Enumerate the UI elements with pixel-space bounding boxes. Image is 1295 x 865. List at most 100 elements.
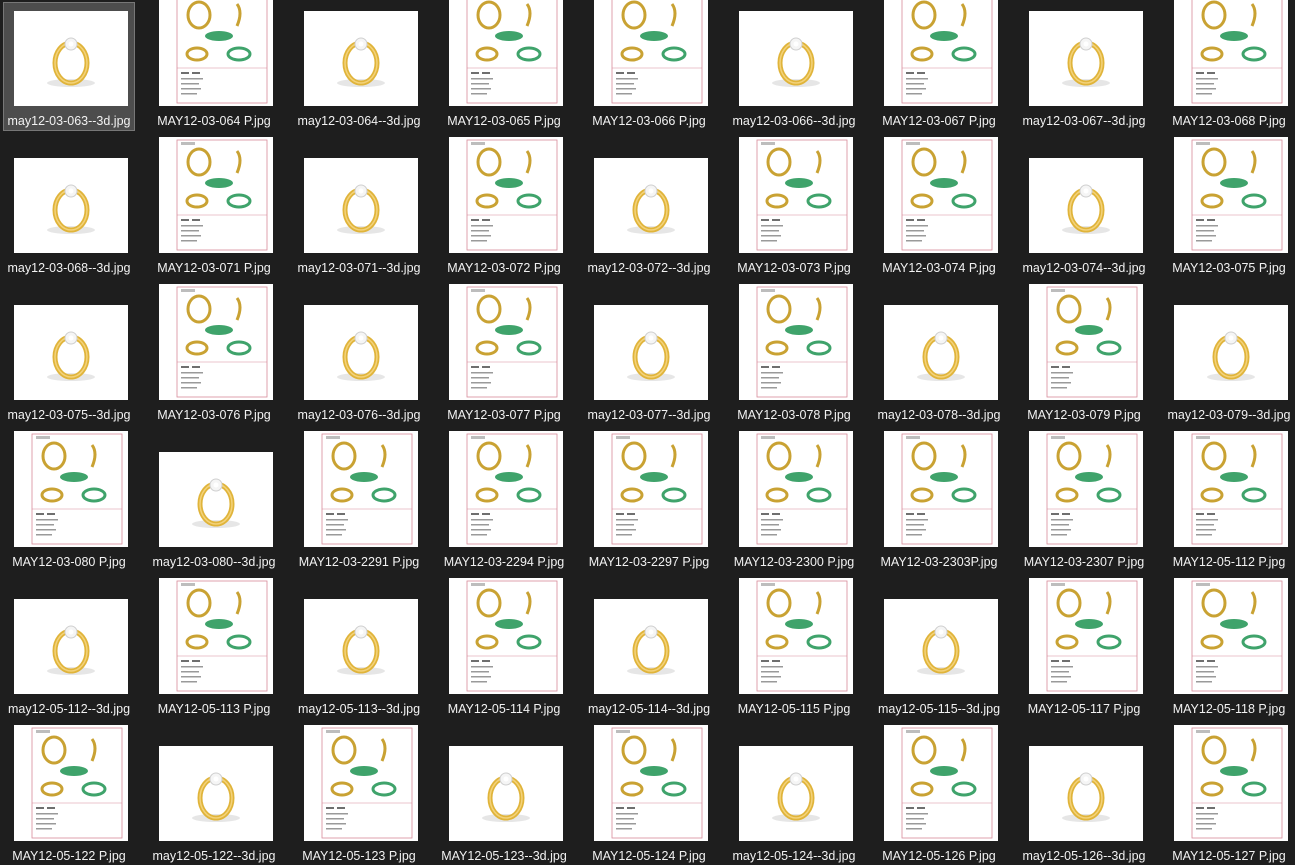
file-item[interactable]: MAY12-05-118 P.jpg <box>1164 578 1294 718</box>
file-name-label: MAY12-03-073 P.jpg <box>737 261 851 275</box>
file-name-label: MAY12-05-118 P.jpg <box>1172 702 1286 716</box>
thumbnail <box>884 725 998 841</box>
thumbnail <box>159 137 273 253</box>
file-name-label: MAY12-03-079 P.jpg <box>1027 408 1141 422</box>
thumbnail <box>594 725 708 841</box>
file-item[interactable]: may12-05-114--3d.jpg <box>584 591 714 718</box>
file-item[interactable]: MAY12-03-2303P.jpg <box>874 431 1004 571</box>
file-name-label: MAY12-05-113 P.jpg <box>157 702 271 716</box>
file-item[interactable]: MAY12-03-2294 P.jpg <box>439 431 569 571</box>
file-item[interactable]: may12-03-078--3d.jpg <box>874 297 1004 424</box>
file-item[interactable]: MAY12-05-123 P.jpg <box>294 725 424 865</box>
file-item[interactable]: may12-03-064--3d.jpg <box>294 3 424 130</box>
file-name-label: MAY12-03-074 P.jpg <box>882 261 996 275</box>
file-name-label: may12-03-072--3d.jpg <box>587 261 711 275</box>
file-name-label: may12-03-066--3d.jpg <box>732 114 856 128</box>
file-item[interactable]: MAY12-05-113 P.jpg <box>149 578 279 718</box>
file-item[interactable]: MAY12-03-067 P.jpg <box>874 0 1004 130</box>
file-item[interactable]: may12-03-074--3d.jpg <box>1019 150 1149 277</box>
file-item[interactable]: MAY12-03-064 P.jpg <box>149 0 279 130</box>
file-item[interactable]: MAY12-05-114 P.jpg <box>439 578 569 718</box>
thumbnail <box>594 305 708 400</box>
thumbnail <box>159 452 273 547</box>
file-item[interactable]: may12-03-080--3d.jpg <box>149 444 279 571</box>
file-item[interactable]: MAY12-03-065 P.jpg <box>439 0 569 130</box>
file-item[interactable]: MAY12-05-126 P.jpg <box>874 725 1004 865</box>
file-name-label: may12-03-074--3d.jpg <box>1022 261 1146 275</box>
file-name-label: MAY12-03-065 P.jpg <box>447 114 561 128</box>
thumbnail <box>304 11 418 106</box>
thumbnail <box>1029 158 1143 253</box>
file-item[interactable]: MAY12-03-2300 P.jpg <box>729 431 859 571</box>
file-item[interactable]: MAY12-03-068 P.jpg <box>1164 0 1294 130</box>
file-item[interactable]: MAY12-03-078 P.jpg <box>729 284 859 424</box>
file-item[interactable]: MAY12-03-2307 P.jpg <box>1019 431 1149 571</box>
file-name-label: may12-05-122--3d.jpg <box>152 849 276 863</box>
file-item[interactable]: MAY12-03-066 P.jpg <box>584 0 714 130</box>
thumbnail <box>14 158 128 253</box>
file-item[interactable]: MAY12-03-080 P.jpg <box>4 431 134 571</box>
file-item[interactable]: MAY12-03-072 P.jpg <box>439 137 569 277</box>
file-item[interactable]: may12-03-066--3d.jpg <box>729 3 859 130</box>
file-item[interactable]: may12-05-113--3d.jpg <box>294 591 424 718</box>
file-item[interactable]: MAY12-03-073 P.jpg <box>729 137 859 277</box>
file-item[interactable]: may12-05-126--3d.jpg <box>1019 738 1149 865</box>
file-item[interactable]: may12-03-072--3d.jpg <box>584 150 714 277</box>
file-item[interactable]: may12-05-112--3d.jpg <box>4 591 134 718</box>
file-item[interactable]: MAY12-05-123--3d.jpg <box>439 738 569 865</box>
file-name-label: MAY12-05-127 P.jpg <box>1172 849 1286 863</box>
file-name-label: MAY12-03-076 P.jpg <box>157 408 271 422</box>
thumbnail <box>739 578 853 694</box>
file-item[interactable]: may12-05-115--3d.jpg <box>874 591 1004 718</box>
file-item[interactable]: MAY12-05-122 P.jpg <box>4 725 134 865</box>
file-name-label: may12-05-115--3d.jpg <box>877 702 1001 716</box>
file-item[interactable]: MAY12-03-071 P.jpg <box>149 137 279 277</box>
thumbnail <box>884 305 998 400</box>
file-name-label: MAY12-03-075 P.jpg <box>1172 261 1286 275</box>
file-name-label: MAY12-03-067 P.jpg <box>882 114 996 128</box>
file-item[interactable]: may12-05-124--3d.jpg <box>729 738 859 865</box>
thumbnail <box>449 578 563 694</box>
file-item[interactable]: MAY12-03-075 P.jpg <box>1164 137 1294 277</box>
file-item[interactable]: MAY12-05-112 P.jpg <box>1164 431 1294 571</box>
thumbnail <box>1174 725 1288 841</box>
file-item[interactable]: may12-03-075--3d.jpg <box>4 297 134 424</box>
file-item[interactable]: MAY12-05-124 P.jpg <box>584 725 714 865</box>
thumbnail <box>739 137 853 253</box>
file-name-label: MAY12-03-071 P.jpg <box>157 261 271 275</box>
file-name-label: MAY12-03-2307 P.jpg <box>1023 555 1145 569</box>
file-name-label: MAY12-03-2303P.jpg <box>880 555 998 569</box>
thumbnail <box>1174 137 1288 253</box>
thumbnail <box>14 725 128 841</box>
file-item[interactable]: MAY12-03-2291 P.jpg <box>294 431 424 571</box>
thumbnail <box>159 578 273 694</box>
file-name-label: may12-03-079--3d.jpg <box>1167 408 1291 422</box>
thumbnail <box>1029 431 1143 547</box>
file-item[interactable]: may12-05-122--3d.jpg <box>149 738 279 865</box>
file-item[interactable]: MAY12-05-117 P.jpg <box>1019 578 1149 718</box>
file-item[interactable]: may12-03-067--3d.jpg <box>1019 3 1149 130</box>
thumbnail <box>449 284 563 400</box>
file-item[interactable]: MAY12-03-074 P.jpg <box>874 137 1004 277</box>
file-item[interactable]: MAY12-05-115 P.jpg <box>729 578 859 718</box>
file-item[interactable]: MAY12-03-077 P.jpg <box>439 284 569 424</box>
file-item[interactable]: MAY12-03-076 P.jpg <box>149 284 279 424</box>
file-name-label: may12-03-080--3d.jpg <box>152 555 276 569</box>
file-item[interactable]: may12-03-071--3d.jpg <box>294 150 424 277</box>
file-name-label: MAY12-03-077 P.jpg <box>447 408 561 422</box>
file-name-label: may12-03-076--3d.jpg <box>297 408 421 422</box>
thumbnail <box>159 0 273 106</box>
file-item[interactable]: MAY12-03-2297 P.jpg <box>584 431 714 571</box>
file-item[interactable]: MAY12-05-127 P.jpg <box>1164 725 1294 865</box>
thumbnail <box>1029 746 1143 841</box>
thumbnail <box>1029 11 1143 106</box>
file-item[interactable]: may12-03-079--3d.jpg <box>1164 297 1294 424</box>
file-item[interactable]: may12-03-076--3d.jpg <box>294 297 424 424</box>
file-item[interactable]: may12-03-068--3d.jpg <box>4 150 134 277</box>
thumbnail <box>884 137 998 253</box>
file-item[interactable]: MAY12-03-079 P.jpg <box>1019 284 1149 424</box>
file-name-label: may12-03-063--3d.jpg <box>7 114 131 128</box>
file-item[interactable]: may12-03-063--3d.jpg <box>3 2 135 131</box>
file-item[interactable]: may12-03-077--3d.jpg <box>584 297 714 424</box>
file-name-label: MAY12-03-068 P.jpg <box>1172 114 1286 128</box>
